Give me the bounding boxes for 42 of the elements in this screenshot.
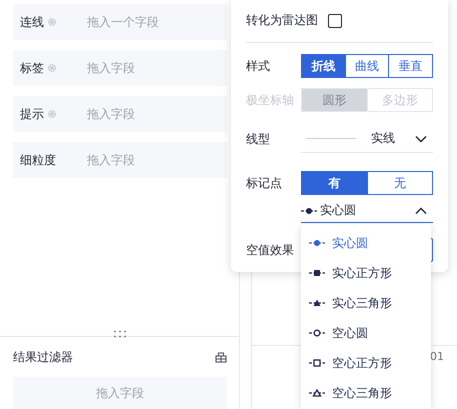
- chevron-up-icon: [415, 206, 427, 215]
- drop-placeholder: 拖入一个字段: [87, 14, 159, 30]
- marker-shape-icon: [309, 238, 325, 248]
- marker-shape-icon: [309, 268, 325, 278]
- dropdown-option[interactable]: 空心正方形: [301, 348, 431, 378]
- dropdown-option[interactable]: 空心圆: [301, 318, 431, 348]
- marker-shape-icon: [309, 298, 325, 308]
- segment-tab[interactable]: 垂直: [388, 54, 434, 78]
- segment-tab[interactable]: 折线: [301, 54, 346, 78]
- field-label: 提示: [20, 106, 44, 122]
- polar-axis-label: 极坐标轴: [246, 92, 295, 109]
- chevron-down-icon: [415, 134, 427, 143]
- drop-placeholder: 拖入字段: [87, 60, 135, 76]
- style-label: 样式: [246, 58, 271, 75]
- segment-tab[interactable]: 曲线: [344, 54, 390, 78]
- line-type-label: 线型: [246, 130, 271, 148]
- marker-label: 标记点: [246, 174, 283, 192]
- drop-placeholder: 拖入字段: [87, 152, 135, 168]
- drag-handle-icon[interactable]: [113, 330, 127, 338]
- drop-placeholder: 拖入字段: [87, 106, 135, 122]
- field-label: 标签: [20, 60, 44, 76]
- marker-shape-icon: [301, 206, 317, 216]
- radar-label: 转化为雷达图: [246, 12, 318, 30]
- marker-shape-icon: [309, 388, 325, 398]
- field-label: 细粒度: [20, 152, 56, 168]
- dropdown-option[interactable]: 实心正方形: [301, 258, 431, 288]
- segment-tab[interactable]: 无: [366, 171, 433, 196]
- field-drop-zone[interactable]: 提示 拖入字段: [13, 96, 227, 132]
- segment-tab[interactable]: 有: [301, 171, 368, 196]
- dropdown-option[interactable]: 实心圆: [301, 228, 431, 258]
- dropdown-option[interactable]: 空心三角形: [301, 378, 431, 408]
- filter-title: 结果过滤器: [13, 348, 73, 366]
- field-drop-zone[interactable]: 连线 拖入一个字段: [13, 4, 227, 40]
- field-drop-zone[interactable]: 标签 拖入字段: [13, 50, 227, 86]
- dropdown-option[interactable]: 实心三角形: [301, 288, 431, 318]
- field-label: 连线: [20, 14, 44, 30]
- checkbox[interactable]: [328, 14, 342, 28]
- field-drop-zone[interactable]: 细粒度 拖入字段: [13, 142, 227, 178]
- axis-label: 01: [430, 350, 444, 363]
- marker-shape-icon: [309, 328, 325, 338]
- marker-shape-icon: [309, 358, 325, 368]
- null-effect-label: 空值效果: [246, 242, 295, 258]
